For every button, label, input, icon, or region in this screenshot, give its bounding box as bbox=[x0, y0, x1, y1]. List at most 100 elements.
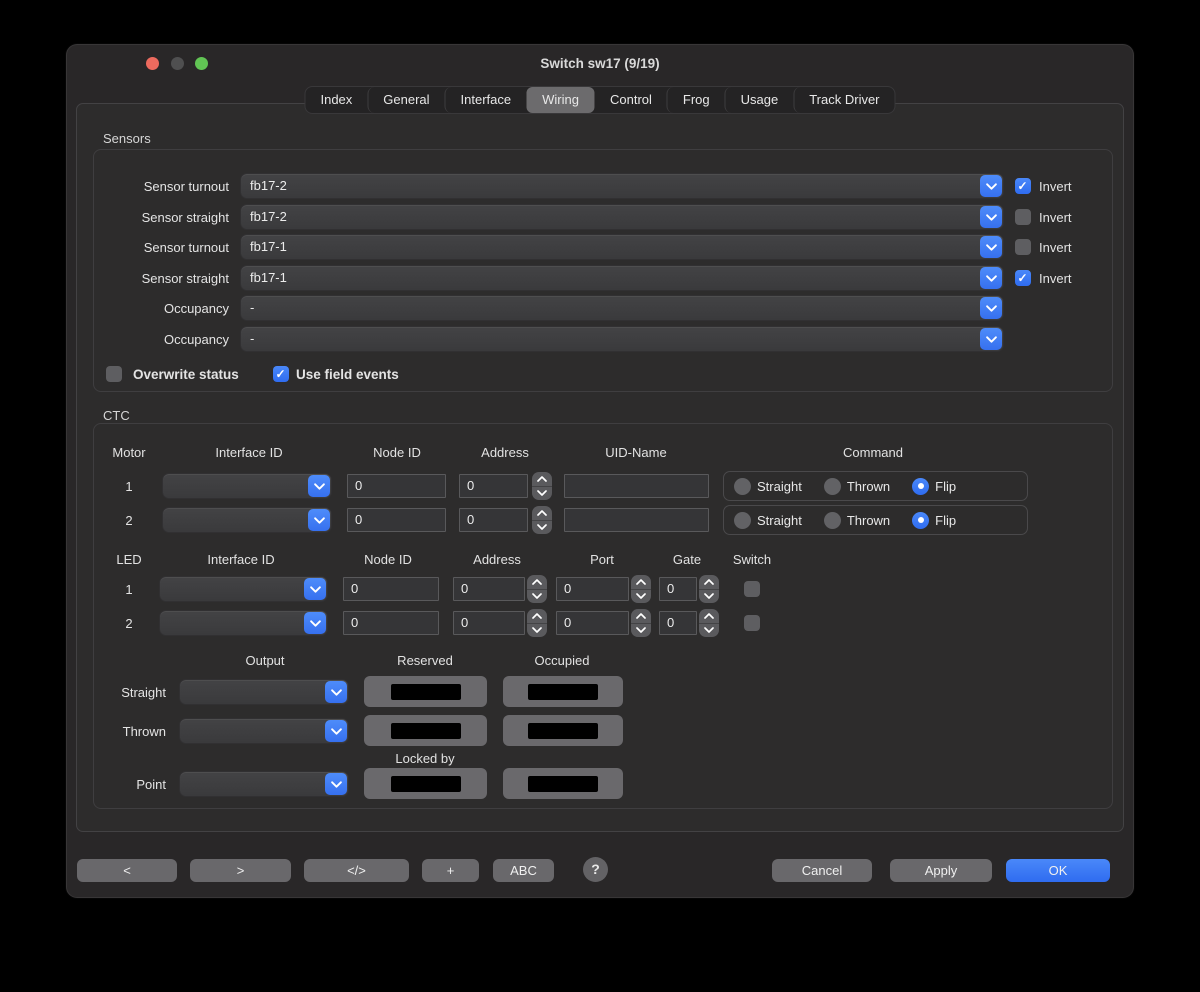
motor-2-interface-select[interactable] bbox=[163, 508, 331, 532]
flip-radio-label: Flip bbox=[935, 513, 956, 528]
address-col-header: Address bbox=[481, 445, 529, 460]
tab-wiring[interactable]: Wiring bbox=[526, 87, 594, 113]
tab-control[interactable]: Control bbox=[594, 87, 667, 113]
output-thrown-select[interactable] bbox=[180, 719, 348, 743]
led-2-interface-select[interactable] bbox=[160, 611, 327, 635]
output-thrown-label: Thrown bbox=[77, 724, 166, 739]
occupied-col-header: Occupied bbox=[535, 653, 590, 668]
motor-2-flip-radio[interactable] bbox=[912, 512, 929, 529]
occupancy-1-select[interactable]: - bbox=[241, 296, 1003, 320]
overwrite-status-checkbox[interactable] bbox=[106, 366, 122, 382]
sensor-straight-2-select[interactable]: fb17-1 bbox=[241, 266, 1003, 290]
color-swatch bbox=[391, 723, 461, 739]
motor-1-node-id-input[interactable]: 0 bbox=[347, 474, 446, 498]
uid-name-col-header: UID-Name bbox=[605, 445, 666, 460]
led-1-gate-input[interactable]: 0 bbox=[659, 577, 697, 601]
led-1-switch-checkbox[interactable] bbox=[744, 581, 760, 597]
apply-button[interactable]: Apply bbox=[890, 859, 992, 882]
tab-bar: Index General Interface Wiring Control F… bbox=[305, 87, 894, 113]
point-locked-by-color-button[interactable] bbox=[364, 768, 487, 799]
led-row-number: 1 bbox=[125, 582, 132, 597]
led-1-port-input[interactable]: 0 bbox=[556, 577, 629, 601]
motor-2-straight-radio[interactable] bbox=[734, 512, 751, 529]
sensor-turnout-2-value: fb17-1 bbox=[250, 239, 287, 254]
tab-frog[interactable]: Frog bbox=[667, 87, 725, 113]
motor-1-address-stepper[interactable] bbox=[532, 472, 552, 500]
invert-checkbox-2[interactable] bbox=[1015, 209, 1031, 225]
xml-code-button[interactable]: </> bbox=[304, 859, 409, 882]
motor-2-node-id-input[interactable]: 0 bbox=[347, 508, 446, 532]
straight-occupied-color-button[interactable] bbox=[503, 676, 623, 707]
led-1-address-input[interactable]: 0 bbox=[453, 577, 525, 601]
sensor-straight-1-select[interactable]: fb17-2 bbox=[241, 205, 1003, 229]
sensor-turnout-1-select[interactable]: fb17-2 bbox=[241, 174, 1003, 198]
occupancy-label-1: Occupancy bbox=[97, 301, 229, 316]
led-1-address-stepper[interactable] bbox=[527, 575, 547, 603]
chevron-down-icon bbox=[304, 578, 326, 600]
next-button[interactable]: > bbox=[190, 859, 291, 882]
motor-1-command-group: Straight Thrown Flip bbox=[723, 471, 1028, 501]
motor-1-address-input[interactable]: 0 bbox=[459, 474, 528, 498]
previous-button[interactable]: < bbox=[77, 859, 177, 882]
motor-2-address-stepper[interactable] bbox=[532, 506, 552, 534]
thrown-occupied-color-button[interactable] bbox=[503, 715, 623, 746]
overwrite-status-label: Overwrite status bbox=[133, 367, 239, 382]
color-swatch bbox=[528, 776, 598, 792]
add-button[interactable]: + bbox=[422, 859, 479, 882]
motor-1-straight-radio[interactable] bbox=[734, 478, 751, 495]
led-gate-col-header: Gate bbox=[673, 552, 701, 567]
invert-checkbox-3[interactable] bbox=[1015, 239, 1031, 255]
locked-by-label: Locked by bbox=[395, 751, 454, 766]
output-point-select[interactable] bbox=[180, 772, 348, 796]
chevron-down-icon bbox=[980, 175, 1002, 197]
straight-reserved-color-button[interactable] bbox=[364, 676, 487, 707]
led-2-port-input[interactable]: 0 bbox=[556, 611, 629, 635]
cancel-button[interactable]: Cancel bbox=[772, 859, 872, 882]
led-2-port-stepper[interactable] bbox=[631, 609, 651, 637]
motor-row-number: 2 bbox=[125, 513, 132, 528]
content-panel: Sensors Sensor turnout fb17-2 Invert Sen… bbox=[76, 103, 1124, 832]
occupancy-2-select[interactable]: - bbox=[241, 327, 1003, 351]
led-2-address-input[interactable]: 0 bbox=[453, 611, 525, 635]
color-swatch bbox=[391, 684, 461, 700]
output-straight-select[interactable] bbox=[180, 680, 348, 704]
tab-track-driver[interactable]: Track Driver bbox=[793, 87, 894, 113]
motor-1-interface-select[interactable] bbox=[163, 474, 331, 498]
sensor-straight-2-value: fb17-1 bbox=[250, 270, 287, 285]
chevron-down-icon bbox=[980, 206, 1002, 228]
color-swatch bbox=[528, 684, 598, 700]
tab-usage[interactable]: Usage bbox=[725, 87, 794, 113]
point-occupied-color-button[interactable] bbox=[503, 768, 623, 799]
tab-general[interactable]: General bbox=[367, 87, 444, 113]
sensor-straight-label-2: Sensor straight bbox=[97, 271, 229, 286]
motor-2-thrown-radio[interactable] bbox=[824, 512, 841, 529]
led-row-number: 2 bbox=[125, 616, 132, 631]
led-2-gate-stepper[interactable] bbox=[699, 609, 719, 637]
led-1-node-id-input[interactable]: 0 bbox=[343, 577, 439, 601]
led-1-gate-stepper[interactable] bbox=[699, 575, 719, 603]
use-field-events-checkbox[interactable] bbox=[273, 366, 289, 382]
motor-2-uid-name-input[interactable] bbox=[564, 508, 709, 532]
invert-label-4: Invert bbox=[1039, 271, 1072, 286]
switch-dialog-window: Switch sw17 (9/19) Index General Interfa… bbox=[66, 44, 1134, 898]
help-button[interactable]: ? bbox=[583, 857, 608, 882]
tab-interface[interactable]: Interface bbox=[445, 87, 527, 113]
motor-1-uid-name-input[interactable] bbox=[564, 474, 709, 498]
led-2-address-stepper[interactable] bbox=[527, 609, 547, 637]
sensor-turnout-2-select[interactable]: fb17-1 bbox=[241, 235, 1003, 259]
abc-button[interactable]: ABC bbox=[493, 859, 554, 882]
led-2-switch-checkbox[interactable] bbox=[744, 615, 760, 631]
led-1-interface-select[interactable] bbox=[160, 577, 327, 601]
motor-1-thrown-radio[interactable] bbox=[824, 478, 841, 495]
led-1-port-stepper[interactable] bbox=[631, 575, 651, 603]
led-2-node-id-input[interactable]: 0 bbox=[343, 611, 439, 635]
thrown-reserved-color-button[interactable] bbox=[364, 715, 487, 746]
title-bar: Switch sw17 (9/19) bbox=[66, 44, 1134, 82]
motor-1-flip-radio[interactable] bbox=[912, 478, 929, 495]
tab-index[interactable]: Index bbox=[305, 87, 367, 113]
led-2-gate-input[interactable]: 0 bbox=[659, 611, 697, 635]
invert-checkbox-1[interactable] bbox=[1015, 178, 1031, 194]
invert-checkbox-4[interactable] bbox=[1015, 270, 1031, 286]
motor-2-address-input[interactable]: 0 bbox=[459, 508, 528, 532]
ok-button[interactable]: OK bbox=[1006, 859, 1110, 882]
